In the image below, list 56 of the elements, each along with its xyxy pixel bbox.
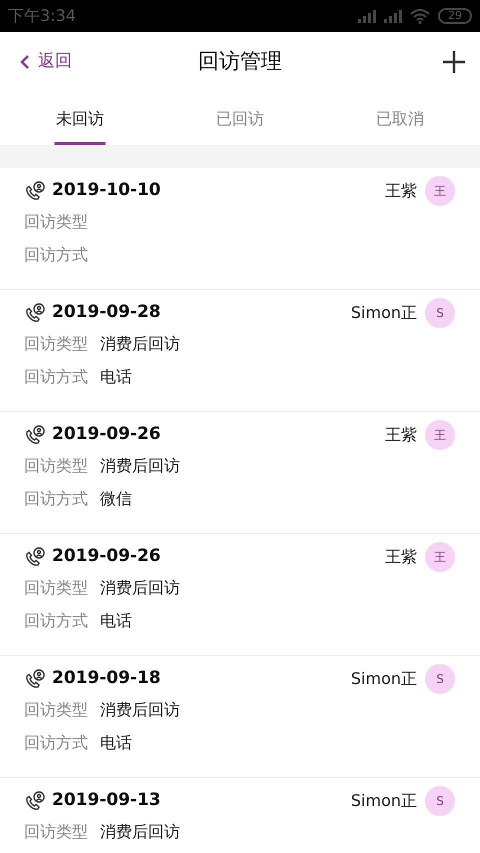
field-value: 电话: [100, 732, 132, 754]
field-label: 回访方式: [24, 366, 88, 388]
visit-date: 2019-09-26: [52, 545, 161, 568]
field-label: 回访方式: [24, 732, 88, 754]
avatar: S: [425, 664, 455, 694]
avatar: S: [425, 298, 455, 328]
signal-icon: [384, 9, 402, 23]
avatar: S: [425, 786, 455, 816]
status-time: 下午3:34: [8, 5, 76, 27]
staff-name: 王紫: [385, 180, 417, 202]
field-label: 回访类型: [24, 210, 88, 232]
avatar: 王: [425, 420, 455, 450]
field-label: 回访方式: [24, 244, 88, 266]
avatar: 王: [425, 542, 455, 572]
page-title: 回访管理: [198, 48, 282, 76]
wifi-icon: [410, 8, 430, 24]
field-label: 回访类型: [24, 576, 88, 598]
tab[interactable]: 已取消: [320, 92, 480, 145]
field-value: 消费后回访: [100, 454, 180, 476]
staff-name: 王紫: [385, 424, 417, 446]
phone-icon: [24, 790, 46, 812]
phone-icon: [24, 424, 46, 446]
tab[interactable]: 已回访: [160, 92, 320, 145]
visit-date: 2019-09-18: [52, 667, 161, 690]
field-label: 回访方式: [24, 610, 88, 632]
staff-name: Simon正: [350, 668, 417, 690]
phone-icon: [24, 668, 46, 690]
visit-date: 2019-09-28: [52, 301, 161, 324]
field-value: 消费后回访: [100, 332, 180, 354]
field-value: 电话: [100, 610, 132, 632]
staff-name: 王紫: [385, 546, 417, 568]
staff-name: Simon正: [350, 790, 417, 812]
field-label: 回访方式: [24, 488, 88, 510]
field-label: 回访类型: [24, 332, 88, 354]
field-label: 回访类型: [24, 454, 88, 476]
field-value: 微信: [100, 488, 132, 510]
staff-name: Simon正: [350, 302, 417, 324]
field-value: 消费后回访: [100, 576, 180, 598]
avatar: 王: [425, 176, 455, 206]
visit-date: 2019-09-13: [52, 789, 161, 812]
add-icon[interactable]: [442, 50, 466, 74]
back-button[interactable]: 返回: [20, 49, 72, 74]
visit-date: 2019-10-10: [52, 179, 161, 202]
visit-date: 2019-09-26: [52, 423, 161, 446]
battery-indicator: 29: [438, 8, 472, 24]
phone-icon: [24, 302, 46, 324]
field-value: 消费后回访: [100, 820, 180, 842]
field-value: 消费后回访: [100, 698, 180, 720]
chevron-left-icon: [20, 54, 30, 70]
field-label: 回访类型: [24, 698, 88, 720]
phone-icon: [24, 180, 46, 202]
phone-icon: [24, 546, 46, 568]
field-label: 回访类型: [24, 820, 88, 842]
signal-icon: [356, 9, 376, 23]
field-value: 电话: [100, 366, 132, 388]
tab[interactable]: 未回访: [0, 92, 160, 145]
